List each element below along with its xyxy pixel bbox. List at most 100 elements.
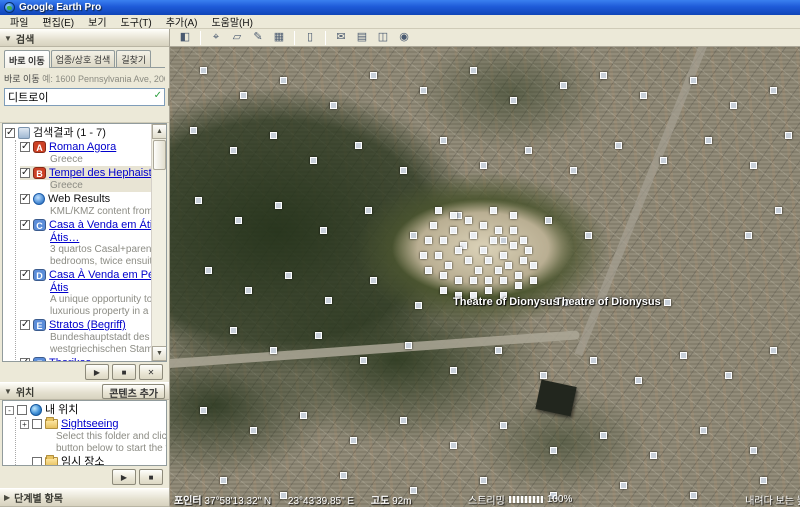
photo-placemark-icon[interactable] <box>530 262 537 269</box>
photo-placemark-icon[interactable] <box>750 447 757 454</box>
result-checkbox[interactable] <box>20 194 30 204</box>
result-link[interactable]: Thorikos <box>49 356 91 361</box>
result-link[interactable]: Casa À Venda em Pétra- Nórdic <box>49 268 151 282</box>
photo-placemark-icon[interactable] <box>430 222 437 229</box>
photo-placemark-icon[interactable] <box>530 277 537 284</box>
photo-placemark-icon[interactable] <box>340 472 347 479</box>
photo-placemark-icon[interactable] <box>455 277 462 284</box>
add-placemark-icon[interactable]: ⌖ <box>207 30 225 46</box>
photo-placemark-icon[interactable] <box>635 377 642 384</box>
result-link[interactable]: Casa à Venda em Ático (Norte <box>49 218 151 232</box>
photo-placemark-icon[interactable] <box>785 132 792 139</box>
photo-placemark-icon[interactable] <box>480 247 487 254</box>
sightseeing-link[interactable]: Sightseeing <box>61 417 119 431</box>
photo-placemark-icon[interactable] <box>485 287 492 294</box>
search-panel-header[interactable]: ▼ 검색 <box>0 29 169 47</box>
photo-placemark-icon[interactable] <box>405 342 412 349</box>
title-bar[interactable]: Google Earth Pro <box>0 0 800 15</box>
photo-placemark-icon[interactable] <box>550 447 557 454</box>
result-row-E[interactable]: EStratos (Begriff) <box>20 318 151 332</box>
print-icon[interactable]: ▤ <box>353 30 371 46</box>
my-places-checkbox[interactable] <box>17 405 27 415</box>
play-tour-button[interactable]: ▶ <box>112 469 136 485</box>
photo-placemark-icon[interactable] <box>400 167 407 174</box>
email-icon[interactable]: ✉ <box>332 30 350 46</box>
photo-placemark-icon[interactable] <box>520 257 527 264</box>
photo-placemark-icon[interactable] <box>365 207 372 214</box>
photo-placemark-icon[interactable] <box>664 299 671 306</box>
placemark-label[interactable]: Theatre of Dionysus <box>453 296 569 308</box>
tab-0[interactable]: 바로 이동 <box>4 50 50 68</box>
menu-item-5[interactable]: 도움말(H) <box>205 14 258 29</box>
add-image-overlay-icon[interactable]: ▦ <box>270 30 288 46</box>
temporary-places-row[interactable]: 임시 장소 <box>20 455 166 466</box>
photo-placemark-icon[interactable] <box>500 422 507 429</box>
stop-tour-button[interactable]: ■ <box>139 469 163 485</box>
photo-placemark-icon[interactable] <box>400 417 407 424</box>
photo-placemark-icon[interactable] <box>370 72 377 79</box>
photo-placemark-icon[interactable] <box>450 442 457 449</box>
sidebar-toggle-icon[interactable]: ◧ <box>176 30 194 46</box>
photo-placemark-icon[interactable] <box>545 217 552 224</box>
photo-placemark-icon[interactable] <box>350 437 357 444</box>
photo-placemark-icon[interactable] <box>480 162 487 169</box>
result-link[interactable]: Roman Agora <box>49 140 116 154</box>
photo-placemark-icon[interactable] <box>190 127 197 134</box>
save-image-icon[interactable]: ◫ <box>374 30 392 46</box>
result-link-wrap[interactable]: Átis <box>50 282 151 294</box>
photo-placemark-icon[interactable] <box>440 137 447 144</box>
photo-placemark-icon[interactable] <box>205 267 212 274</box>
photo-placemark-icon[interactable] <box>425 267 432 274</box>
photo-placemark-icon[interactable] <box>520 237 527 244</box>
my-places-row[interactable]: - 내 위치 <box>5 403 166 417</box>
add-polygon-icon[interactable]: ▱ <box>228 30 246 46</box>
results-scrollbar[interactable]: ▲ ▼ <box>151 124 166 361</box>
photo-placemark-icon[interactable] <box>590 357 597 364</box>
photo-placemark-icon[interactable] <box>310 157 317 164</box>
photo-placemark-icon[interactable] <box>470 277 477 284</box>
result-checkbox[interactable] <box>20 220 30 230</box>
result-checkbox[interactable] <box>20 168 30 178</box>
photo-placemark-icon[interactable] <box>360 357 367 364</box>
photo-placemark-icon[interactable] <box>300 412 307 419</box>
photo-placemark-icon[interactable] <box>325 297 332 304</box>
photo-placemark-icon[interactable] <box>725 372 732 379</box>
photo-placemark-icon[interactable] <box>730 102 737 109</box>
photo-placemark-icon[interactable] <box>775 207 782 214</box>
result-checkbox[interactable] <box>20 270 30 280</box>
photo-placemark-icon[interactable] <box>475 267 482 274</box>
result-link[interactable]: Stratos (Begriff) <box>49 318 126 332</box>
add-content-button[interactable]: 콘텐츠 추가 <box>102 384 165 399</box>
ruler-icon[interactable]: ▯ <box>301 30 319 46</box>
photo-placemark-icon[interactable] <box>440 272 447 279</box>
search-input[interactable] <box>4 88 165 106</box>
photo-placemark-icon[interactable] <box>370 277 377 284</box>
photo-placemark-icon[interactable] <box>450 227 457 234</box>
photo-placemark-icon[interactable] <box>240 92 247 99</box>
photo-placemark-icon[interactable] <box>515 272 522 279</box>
photo-placemark-icon[interactable] <box>485 257 492 264</box>
photo-placemark-icon[interactable] <box>465 257 472 264</box>
photo-placemark-icon[interactable] <box>280 77 287 84</box>
photo-placemark-icon[interactable] <box>690 77 697 84</box>
photo-placemark-icon[interactable] <box>470 232 477 239</box>
photo-placemark-icon[interactable] <box>620 482 627 489</box>
menu-item-1[interactable]: 편집(E) <box>36 14 80 29</box>
photo-placemark-icon[interactable] <box>600 72 607 79</box>
photo-placemark-icon[interactable] <box>245 287 252 294</box>
photo-placemark-icon[interactable] <box>510 227 517 234</box>
layers-panel-header[interactable]: ▶ 단계별 항목 <box>0 488 169 507</box>
photo-placemark-icon[interactable] <box>500 237 507 244</box>
photo-placemark-icon[interactable] <box>570 167 577 174</box>
photo-placemark-icon[interactable] <box>415 302 422 309</box>
photo-placemark-icon[interactable] <box>315 332 322 339</box>
photo-placemark-icon[interactable] <box>560 82 567 89</box>
clear-results-button[interactable]: ✕ <box>139 364 163 380</box>
photo-placemark-icon[interactable] <box>505 262 512 269</box>
photo-placemark-icon[interactable] <box>615 142 622 149</box>
photo-placemark-icon[interactable] <box>500 252 507 259</box>
photo-placemark-icon[interactable] <box>490 207 497 214</box>
photo-placemark-icon[interactable] <box>230 327 237 334</box>
photo-placemark-icon[interactable] <box>480 222 487 229</box>
result-link[interactable]: Tempel des Hephaistos <box>49 166 151 180</box>
